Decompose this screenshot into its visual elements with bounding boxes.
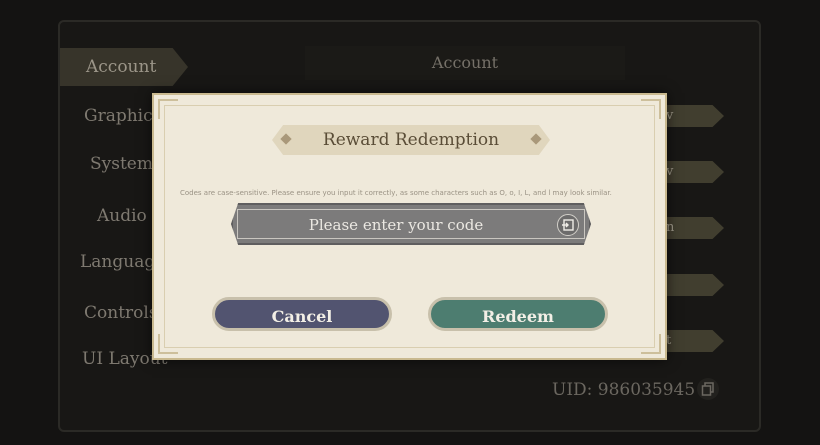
code-input-placeholder: Please enter your code: [308, 216, 484, 234]
corner-ornament: [158, 99, 178, 119]
reward-redemption-dialog: Reward Redemption Codes are case-sensiti…: [152, 93, 667, 360]
corner-ornament: [641, 99, 661, 119]
corner-ornament: [158, 334, 178, 354]
paste-icon[interactable]: [557, 214, 579, 236]
code-input[interactable]: Please enter your code: [231, 203, 591, 245]
redeem-button[interactable]: Redeem: [428, 297, 608, 331]
cancel-button[interactable]: Cancel: [212, 297, 392, 331]
corner-ornament: [641, 334, 661, 354]
case-sensitive-hint: Codes are case-sensitive. Please ensure …: [180, 189, 612, 197]
dialog-title: Reward Redemption: [272, 125, 550, 155]
